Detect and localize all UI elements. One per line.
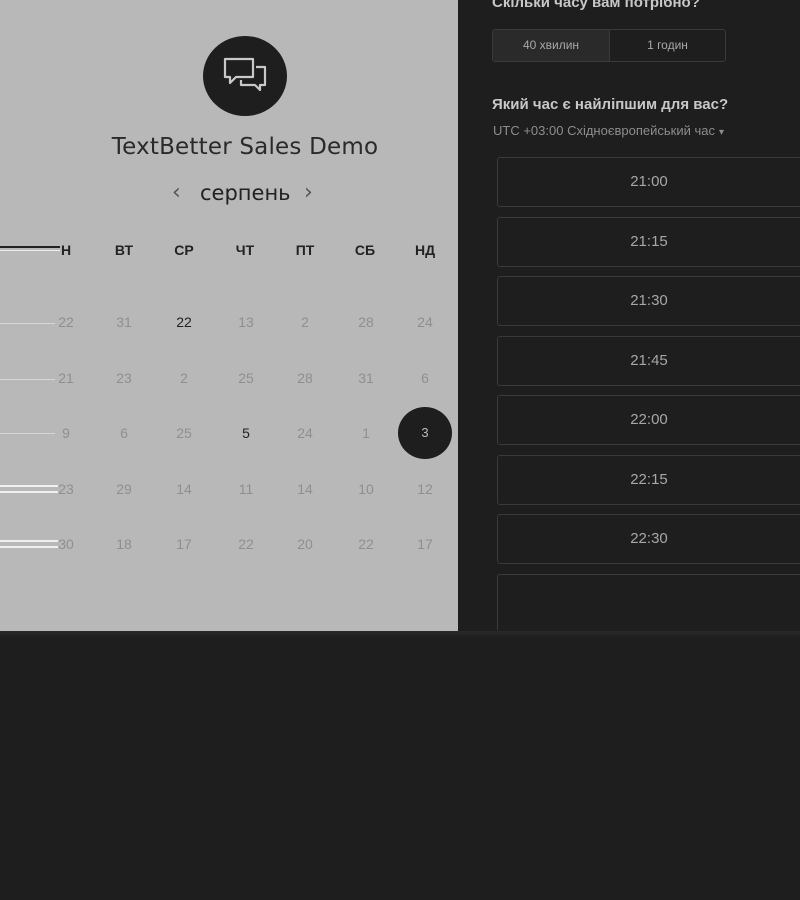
- calendar-day[interactable]: 31: [104, 314, 144, 330]
- calendar-day[interactable]: 6: [104, 425, 144, 441]
- calendar-day[interactable]: 30: [46, 536, 86, 552]
- calendar-day[interactable]: 22: [226, 536, 266, 552]
- weekday-sun: НД: [414, 242, 436, 258]
- weekday-fri: ПТ: [295, 242, 315, 258]
- calendar-day[interactable]: 9: [46, 425, 86, 441]
- time-slot[interactable]: 21:00: [497, 157, 800, 207]
- weekday-mon: Н: [60, 242, 72, 258]
- caret-down-icon: ▾: [718, 127, 724, 138]
- calendar-day[interactable]: 18: [104, 536, 144, 552]
- calendar-day[interactable]: 5: [226, 425, 266, 441]
- time-slot[interactable]: 22:30: [497, 514, 800, 564]
- month-navigation: ‹ серпень ›: [160, 180, 330, 210]
- calendar-day[interactable]: 10: [346, 481, 386, 497]
- chevron-left-icon[interactable]: ‹: [172, 180, 181, 205]
- calendar-day[interactable]: 25: [164, 425, 204, 441]
- calendar-day[interactable]: 22: [164, 314, 204, 330]
- calendar-day[interactable]: 28: [285, 370, 325, 386]
- chevron-right-icon[interactable]: ›: [304, 180, 313, 205]
- event-logo: [203, 36, 287, 116]
- calendar-day[interactable]: 20: [285, 536, 325, 552]
- duration-question: Скільки часу вам потрібно?: [492, 0, 700, 11]
- event-title: TextBetter Sales Demo: [111, 134, 379, 160]
- weekday-wed: СР: [174, 242, 194, 258]
- calendar-day[interactable]: 29: [104, 481, 144, 497]
- timezone-label: UTC +03:00 Східноєвропейський час: [493, 123, 715, 138]
- calendar-day[interactable]: 23: [104, 370, 144, 386]
- duration-selector: 40 хвилин 1 годин: [492, 29, 726, 62]
- weekday-thu: ЧТ: [235, 242, 255, 258]
- calendar-day[interactable]: 2: [285, 314, 325, 330]
- calendar-day[interactable]: 23: [46, 481, 86, 497]
- calendar-day[interactable]: 14: [164, 481, 204, 497]
- calendar-day[interactable]: 13: [226, 314, 266, 330]
- calendar-day[interactable]: 14: [285, 481, 325, 497]
- calendar-day[interactable]: 31: [346, 370, 386, 386]
- panel-divider: [0, 631, 800, 637]
- weekday-tue: ВТ: [114, 242, 134, 258]
- calendar-day[interactable]: 12: [405, 481, 445, 497]
- calendar-day[interactable]: 17: [405, 536, 445, 552]
- calendar-day[interactable]: 24: [285, 425, 325, 441]
- time-slot[interactable]: 21:30: [497, 276, 800, 326]
- weekday-sat: СБ: [354, 242, 376, 258]
- duration-option-1hour[interactable]: 1 годин: [610, 30, 725, 61]
- calendar-day[interactable]: 22: [346, 536, 386, 552]
- time-question: Який час є найліпшим для вас?: [492, 96, 729, 113]
- calendar-day[interactable]: 6: [405, 370, 445, 386]
- calendar-day[interactable]: 28: [346, 314, 386, 330]
- timezone-selector[interactable]: UTC +03:00 Східноєвропейський час ▾: [493, 123, 724, 138]
- calendar-day-selected[interactable]: 3: [398, 407, 452, 459]
- time-slot[interactable]: 22:15: [497, 455, 800, 505]
- month-label: серпень: [200, 181, 291, 205]
- calendar-day[interactable]: 17: [164, 536, 204, 552]
- calendar-day[interactable]: 21: [46, 370, 86, 386]
- calendar-day[interactable]: 2: [164, 370, 204, 386]
- calendar-day[interactable]: 11: [226, 481, 266, 497]
- calendar-day[interactable]: 24: [405, 314, 445, 330]
- time-slot-partial[interactable]: [497, 574, 800, 630]
- calendar-day[interactable]: 25: [226, 370, 266, 386]
- duration-option-40min[interactable]: 40 хвилин: [493, 30, 610, 61]
- time-slot[interactable]: 22:00: [497, 395, 800, 445]
- calendar-day[interactable]: 1: [346, 425, 386, 441]
- calendar-day[interactable]: 22: [46, 314, 86, 330]
- time-slot[interactable]: 21:45: [497, 336, 800, 386]
- chat-bubbles-icon: [223, 57, 267, 92]
- time-slot[interactable]: 21:15: [497, 217, 800, 267]
